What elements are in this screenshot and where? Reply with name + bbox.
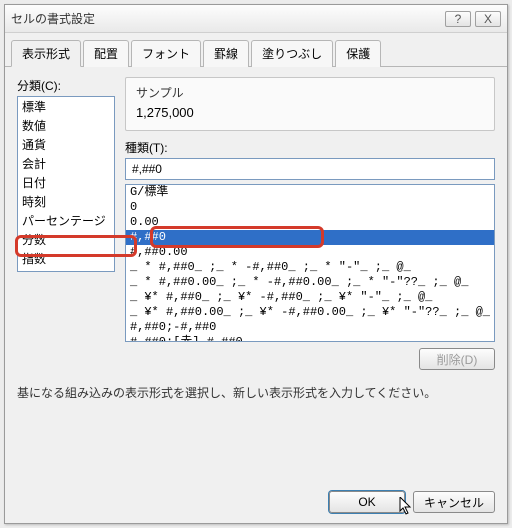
- list-item[interactable]: #,##0.00: [126, 245, 494, 260]
- list-item[interactable]: _ ¥* #,##0_ ;_ ¥* -#,##0_ ;_ ¥* "-"_ ;_ …: [126, 290, 494, 305]
- list-item[interactable]: #,##0;[赤]-#,##0: [126, 335, 494, 342]
- tab-number-format[interactable]: 表示形式: [11, 40, 81, 67]
- dialog-footer: OK キャンセル: [329, 491, 495, 513]
- list-item[interactable]: _ * #,##0.00_ ;_ * -#,##0.00_ ;_ * "-"??…: [126, 275, 494, 290]
- format-cells-dialog: セルの書式設定 ? X 表示形式 配置 フォント 罫線 塗りつぶし 保護 分類(…: [4, 4, 508, 524]
- list-item[interactable]: 日付: [18, 173, 114, 192]
- list-item[interactable]: 文字列: [18, 268, 114, 272]
- list-item[interactable]: _ * #,##0_ ;_ * -#,##0_ ;_ * "-"_ ;_ @_: [126, 260, 494, 275]
- cancel-button[interactable]: キャンセル: [413, 491, 495, 513]
- help-icon: ?: [455, 12, 462, 26]
- list-item[interactable]: _ ¥* #,##0.00_ ;_ ¥* -#,##0.00_ ;_ ¥* "-…: [126, 305, 494, 320]
- type-listbox[interactable]: G/標準 0 0.00 #,##0 #,##0.00 _ * #,##0_ ;_…: [125, 184, 495, 342]
- list-item[interactable]: 通貨: [18, 135, 114, 154]
- dialog-title: セルの書式設定: [11, 10, 441, 27]
- category-listbox[interactable]: 標準 数値 通貨 会計 日付 時刻 パーセンテージ 分数 指数 文字列 その他 …: [17, 96, 115, 272]
- list-item[interactable]: 標準: [18, 97, 114, 116]
- category-label: 分類(C):: [17, 77, 115, 94]
- list-item[interactable]: #,##0: [126, 230, 494, 245]
- type-input[interactable]: [125, 158, 495, 180]
- list-item[interactable]: 数値: [18, 116, 114, 135]
- ok-button[interactable]: OK: [329, 491, 405, 513]
- sample-label: サンプル: [136, 84, 484, 101]
- tab-font[interactable]: フォント: [131, 40, 201, 67]
- tab-content: 分類(C): 標準 数値 通貨 会計 日付 時刻 パーセンテージ 分数 指数 文…: [5, 67, 507, 411]
- list-item[interactable]: 分数: [18, 230, 114, 249]
- instruction-text: 基になる組み込みの表示形式を選択し、新しい表示形式を入力してください。: [17, 384, 495, 401]
- list-item[interactable]: 時刻: [18, 192, 114, 211]
- list-item[interactable]: #,##0;-#,##0: [126, 320, 494, 335]
- sample-panel: サンプル 1,275,000: [125, 77, 495, 131]
- list-item[interactable]: 会計: [18, 154, 114, 173]
- sample-value: 1,275,000: [136, 105, 484, 120]
- list-item[interactable]: パーセンテージ: [18, 211, 114, 230]
- type-label: 種類(T):: [125, 139, 495, 156]
- tab-alignment[interactable]: 配置: [83, 40, 129, 67]
- tab-border[interactable]: 罫線: [203, 40, 249, 67]
- close-icon: X: [484, 12, 492, 26]
- list-item[interactable]: 0.00: [126, 215, 494, 230]
- tab-fill[interactable]: 塗りつぶし: [251, 40, 333, 67]
- titlebar: セルの書式設定 ? X: [5, 5, 507, 33]
- delete-button: 削除(D): [419, 348, 495, 370]
- list-item[interactable]: 0: [126, 200, 494, 215]
- help-button[interactable]: ?: [445, 11, 471, 27]
- close-button[interactable]: X: [475, 11, 501, 27]
- list-item[interactable]: G/標準: [126, 185, 494, 200]
- tab-strip: 表示形式 配置 フォント 罫線 塗りつぶし 保護: [5, 33, 507, 67]
- tab-protection[interactable]: 保護: [335, 40, 381, 67]
- list-item[interactable]: 指数: [18, 249, 114, 268]
